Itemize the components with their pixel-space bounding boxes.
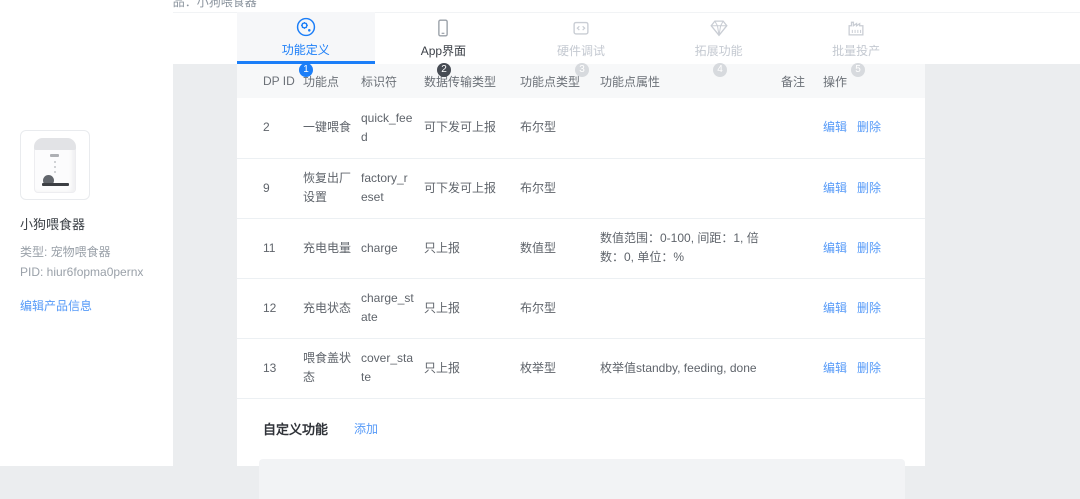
cell-identifier: cover_state xyxy=(361,338,424,399)
table-row: 12 充电状态 charge_state 只上报 布尔型 编辑 删除 xyxy=(237,278,925,339)
tab-label: 功能定义 xyxy=(281,42,330,57)
cell-remark xyxy=(781,218,823,279)
cell-remark xyxy=(781,278,823,339)
cell-point-props xyxy=(600,278,781,339)
cell-point-type: 布尔型 xyxy=(520,278,600,339)
col-dp-id: DP ID xyxy=(237,64,303,98)
cell-transfer-type: 可下发可上报 xyxy=(424,158,520,219)
factory-icon xyxy=(848,21,864,36)
cell-function-point: 喂食盖状态 xyxy=(303,338,361,399)
cell-transfer-type: 只上报 xyxy=(424,338,520,399)
col-actions: 操作 xyxy=(823,64,925,98)
delete-link[interactable]: 删除 xyxy=(857,361,881,375)
cell-transfer-type: 可下发可上报 xyxy=(424,98,520,159)
tab-function-definition[interactable]: 功能定义 xyxy=(237,12,375,64)
cell-remark xyxy=(781,338,823,399)
cell-function-point: 充电状态 xyxy=(303,278,361,339)
cell-point-props: 枚举值standby, feeding, done xyxy=(600,338,781,399)
cell-function-point: 充电电量 xyxy=(303,218,361,279)
product-image xyxy=(20,130,90,200)
cell-point-props xyxy=(600,98,781,159)
cell-point-props xyxy=(600,158,781,219)
cell-dp-id: 9 xyxy=(237,158,303,219)
edit-link[interactable]: 编辑 xyxy=(823,301,847,315)
tab-extended-functions[interactable]: 拓展功能 xyxy=(650,12,788,64)
table-row: 9 恢复出厂设置 factory_reset 可下发可上报 布尔型 编辑 删除 xyxy=(237,158,925,219)
edit-link[interactable]: 编辑 xyxy=(823,361,847,375)
product-type: 类型: 宠物喂食器 xyxy=(20,245,111,259)
cell-remark xyxy=(781,158,823,219)
step-dot-3: 3 xyxy=(575,63,589,77)
table-row: 13 喂食盖状态 cover_state 只上报 枚举型 枚举值standby,… xyxy=(237,338,925,399)
cell-transfer-type: 只上报 xyxy=(424,218,520,279)
cell-point-props: 数值范围：0-100, 间距：1, 倍数：0, 单位：% xyxy=(600,218,781,279)
tab-app-ui[interactable]: App界面 xyxy=(375,12,513,64)
cell-function-point: 一键喂食 xyxy=(303,98,361,159)
col-point-props: 功能点属性 xyxy=(600,64,781,98)
step-dot-5: 5 xyxy=(851,63,865,77)
content-panel: DP ID 功能点 标识符 数据传输类型 功能点类型 功能点属性 备注 操作 2… xyxy=(237,64,925,499)
delete-link[interactable]: 删除 xyxy=(857,241,881,255)
custom-function-title: 自定义功能 xyxy=(263,421,329,437)
tab-hardware-debug[interactable]: 硬件调试 xyxy=(512,12,650,64)
cell-point-type: 数值型 xyxy=(520,218,600,279)
sidebar: 小狗喂食器 类型: 宠物喂食器 PID: hiur6fopma0pernx 编辑… xyxy=(0,0,173,466)
cell-point-type: 枚举型 xyxy=(520,338,600,399)
datapoint-table: DP ID 功能点 标识符 数据传输类型 功能点类型 功能点属性 备注 操作 2… xyxy=(237,64,925,399)
cell-dp-id: 12 xyxy=(237,278,303,339)
cell-dp-id: 11 xyxy=(237,218,303,279)
product-name: 小狗喂食器 xyxy=(20,217,86,232)
col-remark: 备注 xyxy=(781,64,823,98)
add-custom-function-link[interactable]: 添加 xyxy=(354,420,378,437)
cell-dp-id: 13 xyxy=(237,338,303,399)
gear-circle-icon xyxy=(296,17,315,36)
cell-identifier: charge_state xyxy=(361,278,424,339)
custom-function-table-header xyxy=(259,458,905,499)
step-tabs: 功能定义 App界面 硬件调试 拓展功能 批量投产 xyxy=(237,12,925,64)
table-row: 2 一键喂食 quick_feed 可下发可上报 布尔型 编辑 删除 xyxy=(237,98,925,159)
gem-icon xyxy=(709,20,728,37)
cell-identifier: quick_feed xyxy=(361,98,424,159)
delete-link[interactable]: 删除 xyxy=(857,301,881,315)
cell-identifier: factory_reset xyxy=(361,158,424,219)
product-pid: PID: hiur6fopma0pernx xyxy=(20,265,144,279)
tab-label: 硬件调试 xyxy=(556,44,605,58)
edit-link[interactable]: 编辑 xyxy=(823,120,847,134)
cell-point-type: 布尔型 xyxy=(520,158,600,219)
edit-product-info-link[interactable]: 编辑产品信息 xyxy=(20,297,92,314)
edit-link[interactable]: 编辑 xyxy=(823,241,847,255)
tab-label: 拓展功能 xyxy=(694,44,743,58)
delete-link[interactable]: 删除 xyxy=(857,181,881,195)
step-dot-2: 2 xyxy=(437,63,451,77)
step-dot-1: 1 xyxy=(299,63,313,77)
step-dot-4: 4 xyxy=(713,63,727,77)
table-row: 11 充电电量 charge 只上报 数值型 数值范围：0-100, 间距：1,… xyxy=(237,218,925,279)
cell-function-point: 恢复出厂设置 xyxy=(303,158,361,219)
cell-dp-id: 2 xyxy=(237,98,303,159)
phone-icon xyxy=(438,19,449,37)
cell-point-type: 布尔型 xyxy=(520,98,600,159)
cell-identifier: charge xyxy=(361,218,424,279)
pet-feeder-illustration xyxy=(34,138,76,193)
delete-link[interactable]: 删除 xyxy=(857,120,881,134)
cell-remark xyxy=(781,98,823,159)
code-icon xyxy=(573,21,589,35)
edit-link[interactable]: 编辑 xyxy=(823,181,847,195)
col-identifier: 标识符 xyxy=(361,64,424,98)
tab-label: 批量投产 xyxy=(832,44,881,58)
tab-mass-production[interactable]: 批量投产 xyxy=(787,12,925,64)
cell-transfer-type: 只上报 xyxy=(424,278,520,339)
tab-label: App界面 xyxy=(420,44,467,58)
